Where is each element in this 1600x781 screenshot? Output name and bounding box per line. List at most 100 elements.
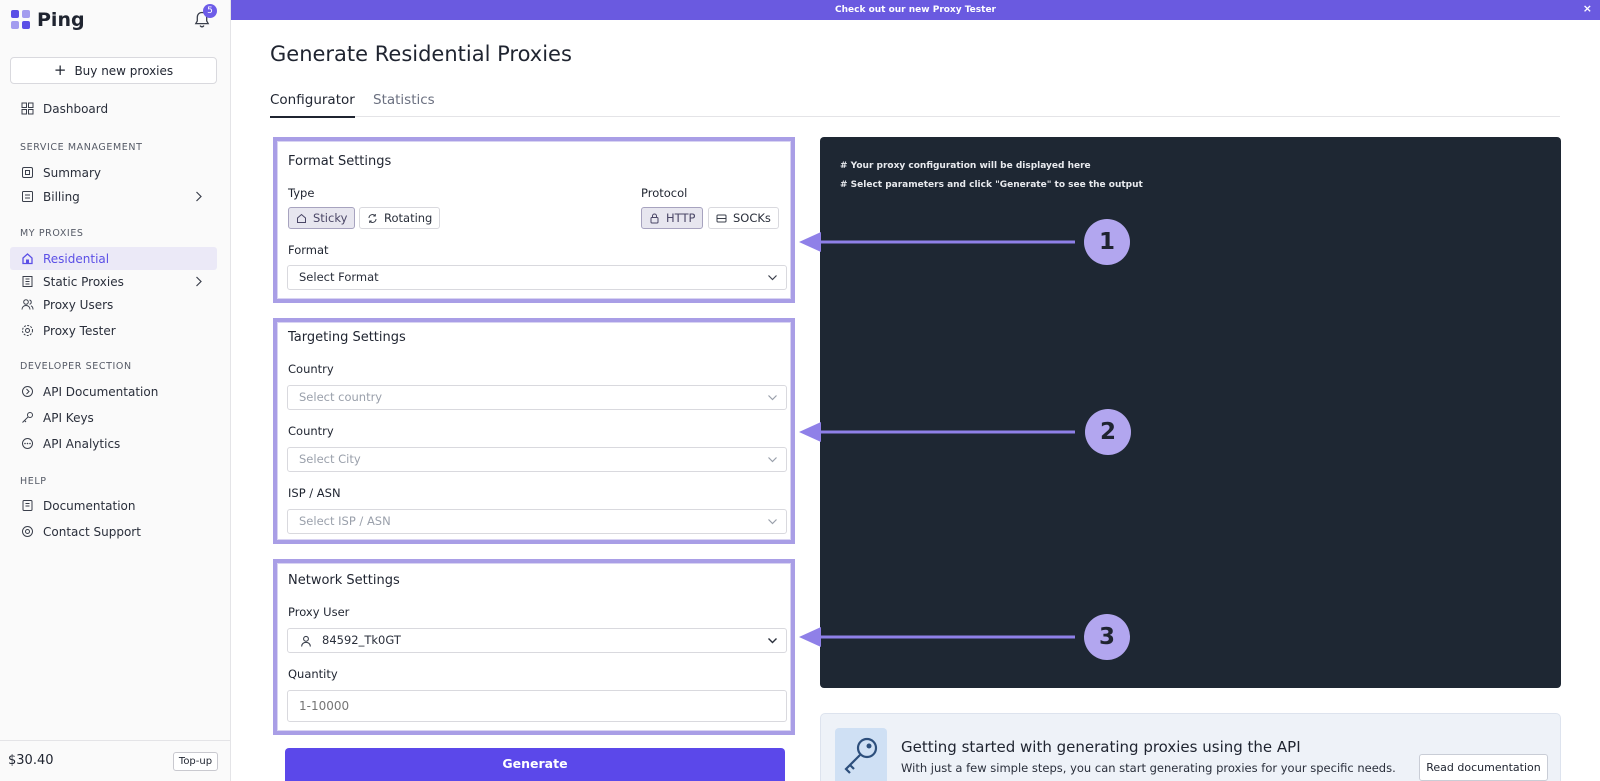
section-label-service-management: SERVICE MANAGEMENT (20, 142, 143, 153)
city-select-placeholder: Select City (299, 452, 361, 466)
network-settings-card: Network Settings Proxy User 84592_Tk0GT … (273, 559, 795, 735)
sidebar-item-label: Residential (43, 251, 110, 266)
chevron-down-icon (768, 519, 777, 525)
chevron-right-icon (196, 276, 202, 287)
building-icon (22, 276, 33, 287)
protocol-label: Protocol (641, 186, 688, 200)
topup-button[interactable]: Top-up (173, 752, 218, 771)
summary-icon (22, 167, 33, 178)
socks-label: SOCKs (733, 211, 771, 225)
sidebar-item-api-keys[interactable]: API Keys (10, 406, 217, 429)
protocol-socks-option[interactable]: SOCKs (708, 207, 779, 229)
sidebar-item-billing[interactable]: Billing (10, 185, 217, 208)
close-icon[interactable]: × (1583, 0, 1592, 18)
ping-logo-icon (11, 10, 31, 30)
sidebar-divider (0, 740, 231, 741)
callout-1: 1 (1084, 219, 1130, 265)
format-label: Format (288, 243, 329, 257)
protocol-http-option[interactable]: HTTP (641, 207, 704, 229)
output-line-1: # Your proxy configuration will be displ… (840, 161, 1091, 171)
sidebar-item-label: Contact Support (43, 524, 141, 539)
chevron-down-icon (768, 275, 777, 281)
format-settings-card: Format Settings Type Sticky Rotating Pro… (273, 137, 795, 303)
chevron-down-icon (768, 395, 777, 401)
sidebar: Ping 5 + Buy new proxies Dashboard SERVI… (0, 0, 231, 781)
sidebar-item-label: API Documentation (43, 384, 159, 399)
output-line-2: # Select parameters and click "Generate"… (840, 180, 1143, 190)
sticky-label: Sticky (313, 211, 348, 225)
city-select[interactable]: Select City (287, 447, 787, 472)
sidebar-item-contact-support[interactable]: Contact Support (10, 520, 217, 543)
plus-icon: + (53, 61, 67, 79)
notification-badge: 5 (203, 4, 217, 18)
quantity-input[interactable] (287, 690, 787, 722)
country-select[interactable]: Select country (287, 385, 787, 410)
callout-arrowhead-2 (799, 422, 821, 442)
sidebar-item-dashboard[interactable]: Dashboard (10, 97, 217, 120)
chevron-down-icon (768, 638, 777, 644)
logo[interactable]: Ping (11, 9, 85, 31)
key-icon (22, 412, 33, 423)
isp-select[interactable]: Select ISP / ASN (287, 509, 787, 534)
read-documentation-button[interactable]: Read documentation (1419, 754, 1548, 781)
book-icon (22, 500, 33, 511)
api-getting-started-card: Getting started with generating proxies … (820, 713, 1561, 781)
chevron-right-icon (196, 191, 202, 202)
targeting-settings-card: Targeting Settings Country Select countr… (273, 318, 795, 544)
type-label: Type (288, 186, 315, 200)
callout-arrowhead-1 (799, 232, 821, 252)
sidebar-item-proxy-users[interactable]: Proxy Users (10, 293, 217, 316)
sidebar-item-static-proxies[interactable]: Static Proxies (10, 270, 217, 293)
callout-arrowhead-3 (799, 627, 821, 647)
server-icon (716, 214, 727, 222)
type-sticky-option[interactable]: Sticky (288, 207, 356, 229)
page-title: Generate Residential Proxies (270, 42, 572, 66)
support-icon (22, 526, 33, 537)
sidebar-item-label: API Analytics (43, 436, 121, 451)
generate-button[interactable]: Generate (285, 748, 785, 781)
buy-new-proxies-label: Buy new proxies (74, 63, 174, 78)
sidebar-item-api-documentation[interactable]: API Documentation (10, 380, 217, 403)
targeting-settings-title: Targeting Settings (288, 330, 406, 345)
format-settings-title: Format Settings (288, 154, 392, 169)
grid-icon (21, 102, 34, 115)
rotating-label: Rotating (384, 211, 433, 225)
network-settings-title: Network Settings (288, 573, 400, 588)
section-label-help: HELP (20, 476, 47, 487)
home-icon (22, 253, 33, 265)
circle-arrow-icon (22, 386, 33, 397)
sidebar-item-label: Documentation (43, 498, 136, 513)
sidebar-item-api-analytics[interactable]: API Analytics (10, 432, 217, 455)
billing-icon (22, 191, 33, 202)
announcement-banner[interactable]: Check out our new Proxy Tester × (231, 0, 1600, 20)
proxy-user-label: Proxy User (288, 605, 350, 619)
chevron-down-icon (768, 457, 777, 463)
section-label-developer: DEVELOPER SECTION (20, 361, 132, 372)
sidebar-item-label: Proxy Tester (43, 323, 116, 338)
quantity-label: Quantity (288, 667, 338, 681)
format-select[interactable]: Select Format (287, 265, 787, 290)
format-select-value: Select Format (299, 270, 379, 284)
sidebar-item-proxy-tester[interactable]: Proxy Tester (10, 319, 217, 342)
sidebar-item-label: Static Proxies (43, 274, 124, 289)
user-icon (301, 635, 311, 647)
type-rotating-option[interactable]: Rotating (359, 207, 441, 229)
buy-new-proxies-button[interactable]: + Buy new proxies (10, 57, 217, 84)
sidebar-item-label: Summary (43, 165, 101, 180)
tab-configurator[interactable]: Configurator (270, 92, 355, 118)
lock-icon (650, 213, 659, 223)
sidebar-item-label: Billing (43, 189, 80, 204)
sidebar-item-residential[interactable]: Residential (10, 247, 217, 270)
home-icon (297, 213, 306, 223)
tab-statistics[interactable]: Statistics (373, 92, 435, 116)
proxy-user-value: 84592_Tk0GT (322, 633, 401, 647)
sidebar-item-documentation[interactable]: Documentation (10, 494, 217, 517)
proxy-user-select[interactable]: 84592_Tk0GT (287, 628, 787, 653)
banner-text: Check out our new Proxy Tester (835, 5, 996, 15)
country-label: Country (288, 362, 334, 376)
sidebar-item-summary[interactable]: Summary (10, 161, 217, 184)
logo-text: Ping (37, 9, 85, 31)
isp-select-placeholder: Select ISP / ASN (299, 514, 391, 528)
gear-icon (22, 325, 33, 336)
sidebar-item-label: API Keys (43, 410, 94, 425)
